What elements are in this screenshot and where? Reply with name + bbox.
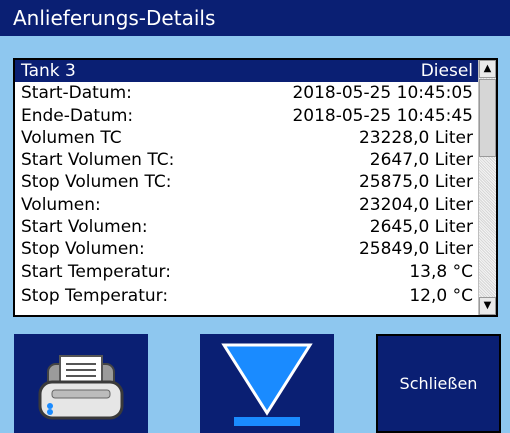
printer-icon xyxy=(38,355,124,420)
row-label: Stop Volumen: xyxy=(21,239,145,260)
row-value: Diesel xyxy=(420,61,473,81)
row-label: Start Volumen TC: xyxy=(21,150,175,171)
row-label: Start Volumen: xyxy=(21,217,148,238)
vertical-scrollbar[interactable]: ▲ ▼ xyxy=(478,60,496,315)
list-item[interactable]: Stop Volumen: 25849,0 Liter xyxy=(15,238,482,260)
scroll-down-button[interactable]: ▼ xyxy=(479,297,496,315)
row-label: Tank 3 xyxy=(21,61,76,81)
row-label: Start-Datum: xyxy=(21,83,132,104)
list-item[interactable]: Volumen: 23204,0 Liter xyxy=(15,194,482,216)
row-value: 2018-05-25 10:45:45 xyxy=(292,105,473,126)
list-item[interactable]: Start Temperatur: 13,8 °C xyxy=(15,261,482,283)
download-button[interactable] xyxy=(200,334,334,433)
scroll-up-button[interactable]: ▲ xyxy=(479,60,496,78)
row-value: 23204,0 Liter xyxy=(358,194,473,215)
list-item[interactable]: Start Volumen: 2645,0 Liter xyxy=(15,216,482,238)
window-title: Anlieferungs-Details xyxy=(0,0,510,36)
details-list[interactable]: Tank 3 Diesel Start-Datum: 2018-05-25 10… xyxy=(13,58,498,317)
row-label: Volumen TC xyxy=(21,127,122,148)
list-item[interactable]: Stop Volumen TC: 25875,0 Liter xyxy=(15,171,482,193)
row-label: Volumen: xyxy=(21,194,101,215)
row-value: 23228,0 Liter xyxy=(358,127,473,148)
scrollbar-thumb[interactable] xyxy=(479,79,496,157)
print-button[interactable] xyxy=(14,334,148,433)
download-icon xyxy=(221,343,313,426)
list-item[interactable]: Stop Temperatur: 12,0 °C xyxy=(15,283,482,306)
row-value: 2645,0 Liter xyxy=(369,217,473,238)
row-label: Start Temperatur: xyxy=(21,261,171,282)
list-item[interactable]: Ende-Datum: 2018-05-25 10:45:45 xyxy=(15,105,482,127)
row-label: Ende-Datum: xyxy=(21,105,134,126)
list-item[interactable]: Tank 3 Diesel xyxy=(15,60,482,83)
row-value: 2018-05-25 10:45:05 xyxy=(292,83,473,104)
row-label: Stop Temperatur: xyxy=(21,285,169,306)
close-button[interactable]: Schließen xyxy=(376,334,501,433)
row-value: 13,8 °C xyxy=(409,261,473,282)
list-item[interactable]: Volumen TC 23228,0 Liter xyxy=(15,127,482,149)
details-rows[interactable]: Tank 3 Diesel Start-Datum: 2018-05-25 10… xyxy=(15,60,482,315)
list-item[interactable]: Start-Datum: 2018-05-25 10:45:05 xyxy=(15,82,482,104)
list-item[interactable]: Start Volumen TC: 2647,0 Liter xyxy=(15,149,482,171)
row-value: 25849,0 Liter xyxy=(358,239,473,260)
row-value: 25875,0 Liter xyxy=(358,172,473,193)
row-value: 2647,0 Liter xyxy=(369,150,473,171)
row-value: 12,0 °C xyxy=(409,285,473,306)
row-label: Stop Volumen TC: xyxy=(21,172,172,193)
